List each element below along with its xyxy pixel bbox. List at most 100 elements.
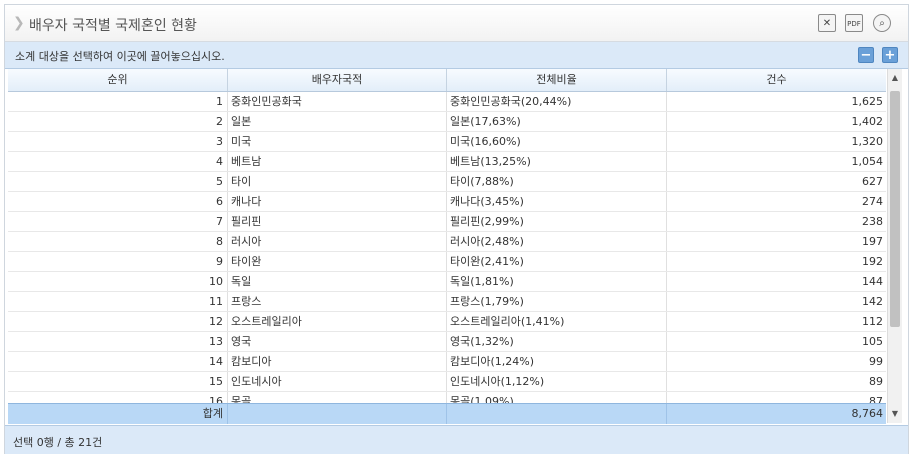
rank-cell: 15 <box>8 372 228 391</box>
rank-cell: 3 <box>8 132 228 151</box>
rank-cell: 7 <box>8 212 228 231</box>
table-row[interactable]: 1 중화인민공화국 중화인민공화국(20,44%) 1,625 <box>8 92 886 112</box>
count-cell: 627 <box>862 175 883 188</box>
ratio-cell: 프랑스(1,79%) <box>447 292 667 311</box>
nationality-cell: 몽골 <box>228 392 447 403</box>
rank-cell: 13 <box>8 332 228 351</box>
table-row[interactable]: 2 일본 일본(17,63%) 1,402 <box>8 112 886 132</box>
status-bar: 선택 0행 / 총 21건 <box>5 425 908 454</box>
rank-cell: 4 <box>8 152 228 171</box>
count-cell: 87 <box>869 395 883 403</box>
nationality-cell: 프랑스 <box>228 292 447 311</box>
title-bar: ❯ 배우자 국적별 국제혼인 현황 ✕ PDF ⌕ <box>5 5 908 42</box>
count-cell: 112 <box>862 315 883 328</box>
grid-panel: ❯ 배우자 국적별 국제혼인 현황 ✕ PDF ⌕ 소계 대상을 선택하여 이곳… <box>4 4 909 454</box>
status-text: 선택 0행 / 총 21건 <box>13 436 103 449</box>
count-cell: 274 <box>862 195 883 208</box>
rank-cell: 2 <box>8 112 228 131</box>
nationality-cell: 인도네시아 <box>228 372 447 391</box>
scroll-thumb[interactable] <box>890 91 900 327</box>
ratio-cell: 베트남(13,25%) <box>447 152 667 171</box>
nationality-cell: 타이 <box>228 172 447 191</box>
collapse-button[interactable]: − <box>858 47 874 63</box>
summary-row: 합계 8,764 <box>8 403 886 424</box>
vertical-scrollbar[interactable]: ▲ ▼ <box>887 69 902 423</box>
ratio-cell: 캐나다(3,45%) <box>447 192 667 211</box>
table-row[interactable]: 10 독일 독일(1,81%) 144 <box>8 272 886 292</box>
count-cell: 142 <box>862 295 883 308</box>
count-cell: 105 <box>862 335 883 348</box>
column-header-count[interactable]: 건수 <box>667 69 886 91</box>
table-row[interactable]: 8 러시아 러시아(2,48%) 197 <box>8 232 886 252</box>
ratio-cell: 몽골(1,09%) <box>447 392 667 403</box>
table-row[interactable]: 13 영국 영국(1,32%) 105 <box>8 332 886 352</box>
table-row[interactable]: 7 필리핀 필리핀(2,99%) 238 <box>8 212 886 232</box>
pdf-export-icon[interactable]: PDF <box>845 14 863 32</box>
count-cell: 89 <box>869 375 883 388</box>
group-by-bar[interactable]: 소계 대상을 선택하여 이곳에 끌어놓으십시오. − + <box>5 42 908 69</box>
nationality-cell: 중화인민공화국 <box>228 92 447 111</box>
summary-label: 합계 <box>8 404 228 424</box>
nationality-cell: 미국 <box>228 132 447 151</box>
ratio-cell: 영국(1,32%) <box>447 332 667 351</box>
table-row[interactable]: 5 타이 타이(7,88%) 627 <box>8 172 886 192</box>
table-row[interactable]: 9 타이완 타이완(2,41%) 192 <box>8 252 886 272</box>
ratio-cell: 타이(7,88%) <box>447 172 667 191</box>
scroll-down-icon[interactable]: ▼ <box>888 409 902 418</box>
count-cell: 197 <box>862 235 883 248</box>
rank-cell: 6 <box>8 192 228 211</box>
nationality-cell: 일본 <box>228 112 447 131</box>
grid-header: 순위 배우자국적 전체비율 건수 <box>8 69 886 92</box>
nationality-cell: 베트남 <box>228 152 447 171</box>
table-row[interactable]: 11 프랑스 프랑스(1,79%) 142 <box>8 292 886 312</box>
summary-empty-cell <box>447 404 667 424</box>
ratio-cell: 캄보디아(1,24%) <box>447 352 667 371</box>
count-cell: 1,402 <box>851 115 884 128</box>
table-row[interactable]: 4 베트남 베트남(13,25%) 1,054 <box>8 152 886 172</box>
ratio-cell: 일본(17,63%) <box>447 112 667 131</box>
table-row[interactable]: 15 인도네시아 인도네시아(1,12%) 89 <box>8 372 886 392</box>
group-by-hint: 소계 대상을 선택하여 이곳에 끌어놓으십시오. <box>15 50 225 63</box>
ratio-cell: 타이완(2,41%) <box>447 252 667 271</box>
rank-cell: 16 <box>8 392 228 403</box>
nationality-cell: 타이완 <box>228 252 447 271</box>
column-header-rank[interactable]: 순위 <box>8 69 228 91</box>
ratio-cell: 인도네시아(1,12%) <box>447 372 667 391</box>
table-row[interactable]: 16 몽골 몽골(1,09%) 87 <box>8 392 886 403</box>
excel-export-icon[interactable]: ✕ <box>818 14 836 32</box>
scroll-up-icon[interactable]: ▲ <box>888 73 902 82</box>
rank-cell: 5 <box>8 172 228 191</box>
ratio-cell: 오스트레일리아(1,41%) <box>447 312 667 331</box>
count-cell: 192 <box>862 255 883 268</box>
nationality-cell: 오스트레일리아 <box>228 312 447 331</box>
count-cell: 99 <box>869 355 883 368</box>
page-title: 배우자 국적별 국제혼인 현황 <box>29 18 197 34</box>
column-header-nationality[interactable]: 배우자국적 <box>228 69 447 91</box>
expand-button[interactable]: + <box>882 47 898 63</box>
ratio-cell: 필리핀(2,99%) <box>447 212 667 231</box>
nationality-cell: 독일 <box>228 272 447 291</box>
nationality-cell: 러시아 <box>228 232 447 251</box>
grid-body: 1 중화인민공화국 중화인민공화국(20,44%) 1,625 2 일본 일본(17,63%… <box>8 92 886 403</box>
zoom-icon[interactable]: ⌕ <box>873 14 891 32</box>
table-row[interactable]: 14 캄보디아 캄보디아(1,24%) 99 <box>8 352 886 372</box>
rank-cell: 10 <box>8 272 228 291</box>
rank-cell: 12 <box>8 312 228 331</box>
count-cell: 1,625 <box>851 95 884 108</box>
table-row[interactable]: 6 캐나다 캐나다(3,45%) 274 <box>8 192 886 212</box>
summary-total: 8,764 <box>851 407 884 420</box>
summary-empty-cell <box>228 404 447 424</box>
ratio-cell: 독일(1,81%) <box>447 272 667 291</box>
count-cell: 1,054 <box>851 155 884 168</box>
ratio-cell: 미국(16,60%) <box>447 132 667 151</box>
count-cell: 1,320 <box>851 135 884 148</box>
nationality-cell: 필리핀 <box>228 212 447 231</box>
rank-cell: 8 <box>8 232 228 251</box>
ratio-cell: 러시아(2,48%) <box>447 232 667 251</box>
nationality-cell: 캄보디아 <box>228 352 447 371</box>
rank-cell: 14 <box>8 352 228 371</box>
ratio-cell: 중화인민공화국(20,44%) <box>447 92 667 111</box>
table-row[interactable]: 3 미국 미국(16,60%) 1,320 <box>8 132 886 152</box>
table-row[interactable]: 12 오스트레일리아 오스트레일리아(1,41%) 112 <box>8 312 886 332</box>
column-header-ratio[interactable]: 전체비율 <box>447 69 667 91</box>
